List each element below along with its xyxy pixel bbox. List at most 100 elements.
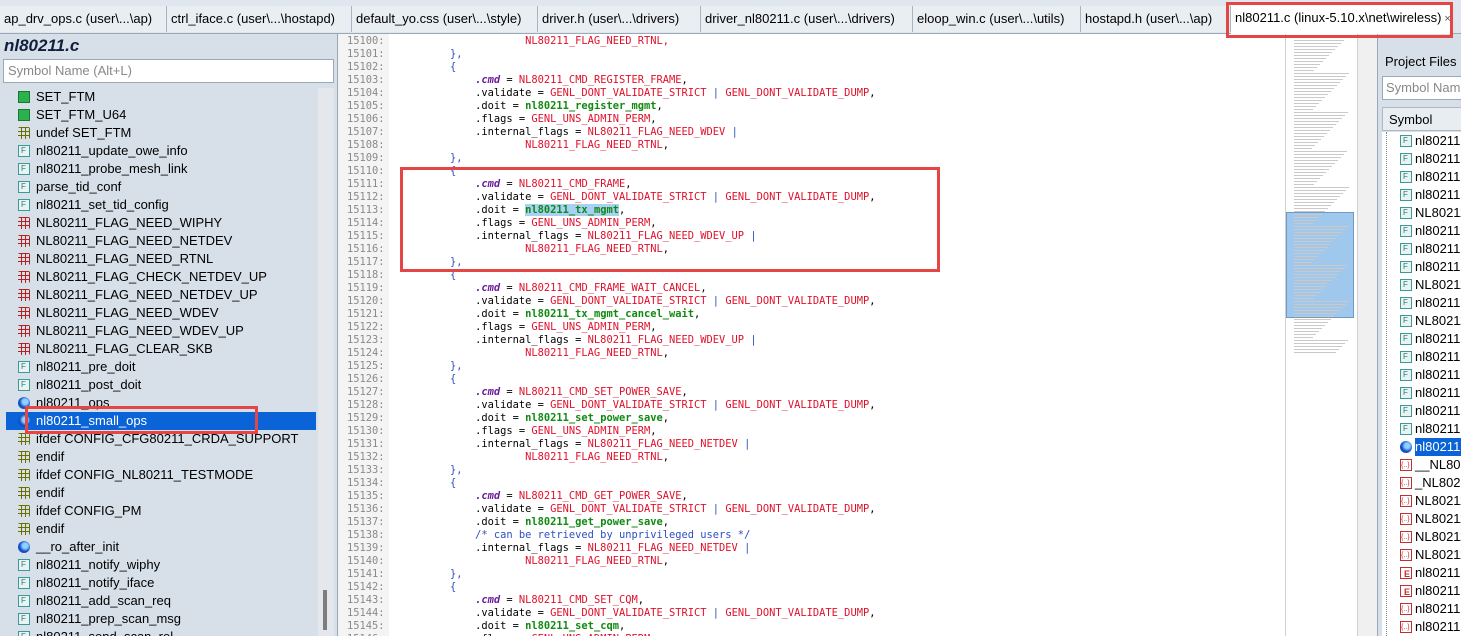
symbol-list-item[interactable]: SET_FTM [6,88,316,106]
project-symbol-item[interactable]: nl80211 [1382,132,1461,150]
file-tab[interactable]: default_yo.css (user\...\style) [352,6,538,32]
symbol-list-item[interactable]: endif [6,484,316,502]
project-symbol-search-input[interactable]: Symbol Nam [1382,76,1461,100]
project-symbol-item[interactable]: nl80211 [1382,582,1461,601]
overview-minimap[interactable] [1285,34,1357,636]
code-token: .doit = [400,412,526,424]
overview-line [1294,205,1331,206]
project-symbol-item[interactable]: NL80211 [1382,204,1461,222]
project-symbol-item[interactable]: NL80211 [1382,276,1461,294]
symbol-list-item[interactable]: nl80211_pre_doit [6,358,316,376]
project-symbol-item[interactable]: _NL802 [1382,474,1461,493]
project-symbol-item[interactable]: nl80211 [1382,402,1461,420]
symbol-list-item[interactable]: nl80211_probe_mesh_link [6,160,316,178]
symbol-list-item[interactable]: __ro_after_init [6,538,316,556]
symbol-list-item-label: nl80211_notify_wiphy [36,557,161,572]
editor-scrollbar[interactable] [1357,34,1377,636]
project-symbol-item[interactable]: NL80211 [1382,492,1461,511]
symbol-list-item[interactable]: nl80211_send_scan_rel [6,628,316,636]
code-token: = [500,490,519,502]
code-token: GENL_DONT_VALIDATE_STRICT [550,295,707,307]
project-symbol-item[interactable]: nl80211 [1382,258,1461,276]
project-symbol-item[interactable]: nl80211 [1382,330,1461,348]
symbol-list-item[interactable]: parse_tid_conf [6,178,316,196]
function-icon [1400,258,1412,276]
symbol-list-item[interactable]: ifdef CONFIG_NL80211_TESTMODE [6,466,316,484]
overview-line [1294,106,1316,107]
symbol-list-item[interactable]: ifdef CONFIG_PM [6,502,316,520]
symbol-list-item[interactable]: NL80211_FLAG_NEED_RTNL [6,250,316,268]
symbol-list-item[interactable]: NL80211_FLAG_NEED_NETDEV_UP [6,286,316,304]
code-token: nl80211_register_mgmt [525,100,657,112]
function-icon [18,556,30,574]
symbol-list-item[interactable]: nl80211_post_doit [6,376,316,394]
project-symbol-item-label: NL80211 [1415,205,1461,220]
code-line-text: .flags = GENL_UNS_ADMIN_PERM, [400,425,656,438]
symbol-list-item[interactable]: undef SET_FTM [6,124,316,142]
symbol-list-item[interactable]: nl80211_notify_wiphy [6,556,316,574]
overview-line [1294,220,1316,221]
project-symbol-item[interactable]: nl80211 [1382,600,1461,619]
file-tab[interactable]: ctrl_iface.c (user\...\hostapd) [167,6,352,32]
project-symbol-item[interactable]: nl80211 [1382,240,1461,258]
project-symbol-item[interactable]: __NL802 [1382,456,1461,475]
file-tab[interactable]: driver_nl80211.c (user\...\drivers) [701,6,913,32]
project-symbol-item[interactable]: nl80211 [1382,348,1461,366]
line-number: 15130: [347,425,385,437]
project-files-title[interactable]: Project Files [1385,54,1457,69]
symbol-list-item[interactable]: nl80211_notify_iface [6,574,316,592]
overview-line [1294,184,1314,185]
symbol-list-item[interactable]: NL80211_FLAG_NEED_NETDEV [6,232,316,250]
project-symbol-item[interactable]: nl80211 [1382,564,1461,583]
overview-line [1294,124,1336,125]
code-token: GENL_DONT_VALIDATE_STRICT [550,503,707,515]
project-symbol-item[interactable]: nl80211 [1382,618,1461,636]
project-symbol-item[interactable]: nl80211 [1382,150,1461,168]
symbol-list-item[interactable]: endif [6,448,316,466]
symbol-list-item[interactable]: SET_FTM_U64 [6,106,316,124]
overview-line [1294,52,1332,53]
code-token: , [662,139,670,151]
project-symbol-item[interactable]: nl80211 [1382,168,1461,186]
project-symbol-item[interactable]: nl80211 [1382,420,1461,438]
file-tab[interactable]: driver.h (user\...\drivers) [538,6,701,32]
overview-line [1294,229,1345,230]
symbol-list-item-label: nl80211_prep_scan_msg [36,611,182,626]
symbol-list-item[interactable]: nl80211_update_owe_info [6,142,316,160]
project-symbol-item[interactable]: nl80211 [1382,438,1461,456]
code-token: .internal_flags = [400,334,588,346]
symbol-list-scrollbar[interactable] [318,88,334,636]
symbol-list-scroll-thumb[interactable] [323,590,327,630]
symbol-list-item[interactable]: NL80211_FLAG_NEED_WDEV_UP [6,322,316,340]
symbol-list-item[interactable]: nl80211_set_tid_config [6,196,316,214]
symbol-list-item[interactable]: nl80211_prep_scan_msg [6,610,316,628]
project-symbol-item-label: NL80211 [1415,313,1461,328]
project-symbol-item[interactable]: nl80211 [1382,294,1461,312]
code-editor[interactable]: 15100: NL80211_FLAG_NEED_RTNL, 15101: }, 1… [339,34,1285,636]
file-tab[interactable]: ap_drv_ops.c (user\...\ap) [0,6,167,32]
symbol-search-input[interactable]: Symbol Name (Alt+L) [3,59,334,83]
project-symbol-item[interactable]: NL80211 [1382,528,1461,547]
project-symbol-item[interactable]: nl80211 [1382,222,1461,240]
line-number: 15117: [347,256,385,268]
symbol-list-item[interactable]: nl80211_add_scan_req [6,592,316,610]
symbol-list-item[interactable]: NL80211_FLAG_CHECK_NETDEV_UP [6,268,316,286]
symbol-list-item[interactable]: NL80211_FLAG_NEED_WDEV [6,304,316,322]
overview-line [1294,166,1332,167]
project-symbol-item[interactable]: NL80211 [1382,510,1461,529]
symbol-column-header[interactable]: Symbol [1382,107,1461,131]
symbol-list-item[interactable]: NL80211_FLAG_CLEAR_SKB [6,340,316,358]
project-symbol-item[interactable]: NL80211 [1382,312,1461,330]
code-line-text: .doit = nl80211_set_power_save, [400,412,669,425]
project-symbol-item[interactable]: nl80211 [1382,366,1461,384]
project-symbol-item[interactable]: nl80211 [1382,186,1461,204]
symbol-list-item[interactable]: endif [6,520,316,538]
file-tab-label: eloop_win.c (user\...\utils) [917,11,1065,26]
symbol-list-item[interactable]: NL80211_FLAG_NEED_WIPHY [6,214,316,232]
file-tab[interactable]: hostapd.h (user\...\ap) [1081,6,1231,32]
project-symbol-item[interactable]: NL80211 [1382,546,1461,565]
project-symbol-item[interactable]: nl80211 [1382,384,1461,402]
define-icon [18,343,30,355]
file-tab[interactable]: eloop_win.c (user\...\utils) [913,6,1081,32]
